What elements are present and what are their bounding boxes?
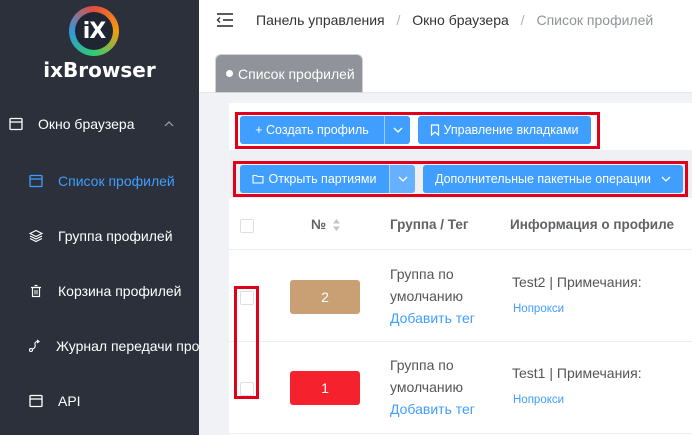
add-tag-link[interactable]: Добавить тег [390,307,475,329]
create-profile-button[interactable]: + Создать профиль [240,116,384,144]
proxy-link[interactable]: Нопрокси [513,303,564,315]
proxy-link[interactable]: Нопрокси [513,394,564,406]
group-name-line1: Группа по [390,266,454,282]
sidebar-item-label: Окно браузера [38,116,135,132]
logo-text: iX [75,12,113,50]
folder-icon [252,174,265,184]
batch-operations-label: Дополнительные пакетные операции [434,172,652,186]
breadcrumb-item-dashboard[interactable]: Панель управления [256,12,385,28]
chevron-down-icon [398,176,407,182]
main-area: Панель управления / Окно браузера / Спис… [199,0,692,435]
layers-icon [28,228,44,244]
group-name-line2: умолчанию [390,288,463,304]
batch-operations-button[interactable]: Дополнительные пакетные операции [423,165,683,193]
column-header-number[interactable]: № [311,217,326,232]
sidebar-item-label: Группа профилей [58,228,173,244]
column-header-group-tag: Группа / Тег [390,217,469,232]
manage-tabs-label: Управление вкладками [443,123,579,137]
sidebar-item-profile-trash[interactable]: Корзина профилей [0,271,199,311]
table-header: № Группа / Тег Информация о профиле [229,200,692,250]
group-name-line1: Группа по [390,357,454,373]
api-icon [28,393,44,409]
breadcrumb: Панель управления / Окно браузера / Спис… [256,12,653,28]
table-row[interactable]: 2 Группа по умолчанию Добавить тег Test2… [229,251,692,342]
sidebar-item-transfer-log[interactable]: Журнал передачи профилей [0,326,199,366]
sidebar-item-browser-window[interactable]: Окно браузера [0,104,199,144]
brand-name: ixBrowser [43,58,156,82]
create-profile-dropdown[interactable] [384,116,410,144]
logo-area: iX ixBrowser [0,0,199,95]
profile-info-text: Test1 | Примечания: [512,365,642,381]
sidebar: iX ixBrowser Окно браузера Список профил… [0,0,199,435]
chevron-down-icon [661,176,671,182]
highlight-box [234,286,259,399]
open-batch-label: Открыть партиями [268,172,377,186]
group-cell: Группа по умолчанию Добавить тег [390,354,475,420]
manage-tabs-button[interactable]: Управление вкладками [418,116,591,144]
sidebar-item-profile-group[interactable]: Группа профилей [0,216,199,256]
bookmark-icon [431,124,440,136]
group-cell: Группа по умолчанию Добавить тег [390,263,475,329]
column-header-profile-info: Информация о профиле [510,217,675,232]
sort-icon[interactable] [332,218,341,235]
content-panel: + Создать профиль Управление вкладками О… [229,103,692,435]
sidebar-item-label: Список профилей [58,173,175,189]
tab-bar: Список профилей [199,40,692,93]
active-dot-icon [226,70,233,77]
profile-list-icon [28,173,44,189]
breadcrumb-separator: / [396,12,401,28]
chevron-down-icon [393,127,402,133]
breadcrumb-separator: / [520,12,525,28]
add-tag-link[interactable]: Добавить тег [390,398,475,420]
sidebar-item-profile-list[interactable]: Список профилей [0,161,199,201]
breadcrumb-item-current: Список профилей [536,12,654,28]
open-batch-dropdown[interactable] [389,165,415,193]
profile-number-badge: 2 [290,280,360,314]
tab-profile-list[interactable]: Список профилей [215,54,363,93]
sidebar-item-label: Корзина профилей [58,283,182,299]
profile-number-badge: 1 [290,371,360,405]
open-batch-button[interactable]: Открыть партиями [240,165,389,193]
select-all-checkbox[interactable] [240,219,254,233]
breadcrumb-item-browser-window[interactable]: Окно браузера [412,12,508,28]
menu-collapse-icon[interactable] [216,12,234,28]
sidebar-item-api[interactable]: API [0,381,199,421]
chevron-up-icon[interactable] [164,118,174,130]
browser-window-icon [8,116,24,132]
trash-icon [28,283,44,299]
sidebar-item-label: Журнал передачи профилей [56,338,199,354]
logo-icon: iX [69,6,119,56]
group-name-line2: умолчанию [390,379,463,395]
transfer-icon [28,338,42,354]
table-row[interactable]: 1 Группа по умолчанию Добавить тег Test1… [229,343,692,434]
top-bar: Панель управления / Окно браузера / Спис… [199,0,692,40]
profile-info-text: Test2 | Примечания: [512,274,642,290]
sidebar-item-label: API [58,393,81,409]
tab-label: Список профилей [238,65,355,82]
